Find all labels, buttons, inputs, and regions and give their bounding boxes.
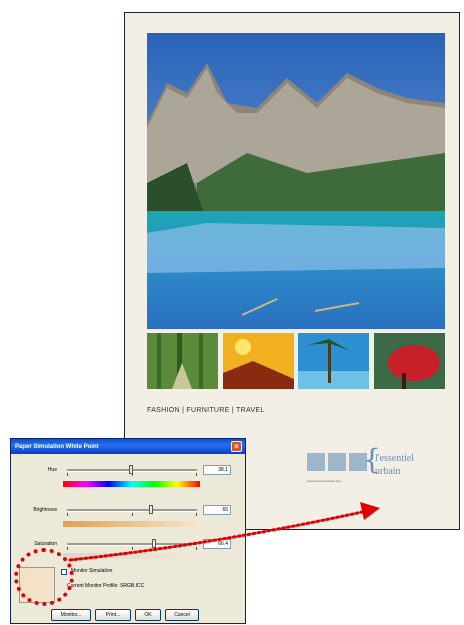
red-arrow-icon bbox=[68, 502, 380, 562]
